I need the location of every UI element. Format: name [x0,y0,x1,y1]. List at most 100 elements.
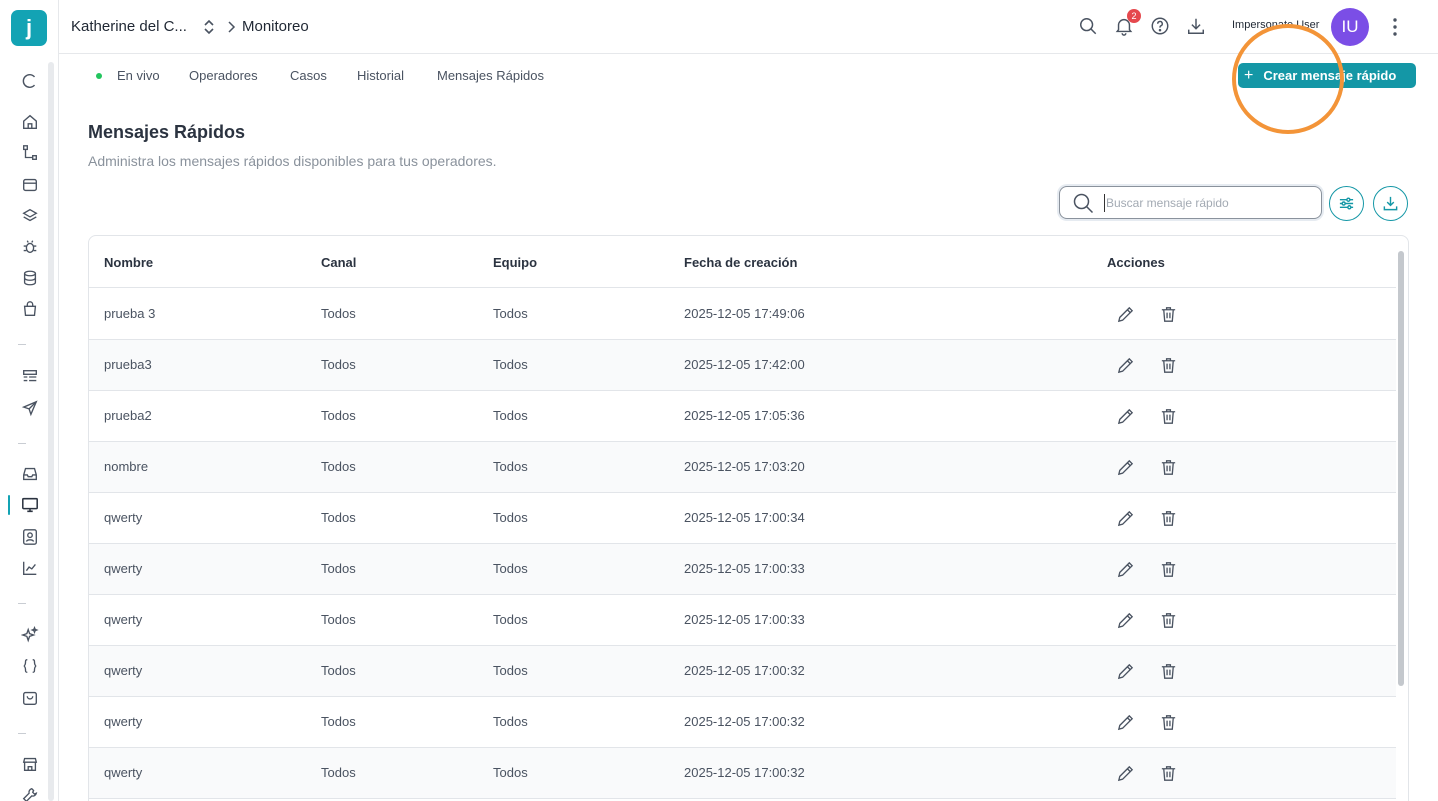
cell-fecha: 2025-12-05 17:00:34 [684,510,805,525]
table-row[interactable]: qwerty Todos Todos 2025-12-05 17:00:32 [89,646,1396,697]
column-header-equipo[interactable]: Equipo [493,255,537,270]
create-button-label: Crear mensaje rápido [1263,68,1397,83]
table-row[interactable]: nombre Todos Todos 2025-12-05 17:03:20 [89,442,1396,493]
sliders-icon [1339,197,1354,210]
flow-icon[interactable] [19,142,41,164]
trash-icon[interactable] [1157,660,1179,682]
trash-icon[interactable] [1157,762,1179,784]
table-row[interactable]: qwerty Todos Todos 2025-12-05 17:00:33 [89,544,1396,595]
more-vertical-icon[interactable] [1385,16,1405,38]
table-row[interactable]: qwerty Todos Todos 2025-12-05 17:00:32 [89,748,1396,799]
tab-operadores[interactable]: Operadores [189,68,258,83]
trash-icon[interactable] [1157,609,1179,631]
cell-canal: Todos [321,408,356,423]
edit-icon[interactable] [1114,609,1136,631]
sidebar: j [0,0,59,801]
cell-equipo: Todos [493,714,528,729]
edit-icon[interactable] [1114,405,1136,427]
cart-icon[interactable] [19,687,41,709]
table-row[interactable]: prueba2 Todos Todos 2025-12-05 17:05:36 [89,391,1396,442]
tab-casos[interactable]: Casos [290,68,327,83]
store-icon[interactable] [19,753,41,775]
tab-en-vivo[interactable]: En vivo [117,68,160,83]
trash-icon[interactable] [1157,711,1179,733]
home-icon[interactable] [19,111,41,133]
search-box[interactable] [1059,186,1322,219]
trash-icon[interactable] [1157,303,1179,325]
cell-nombre: qwerty [104,663,143,678]
cell-fecha: 2025-12-05 17:00:33 [684,612,805,627]
trash-icon[interactable] [1157,507,1179,529]
cell-fecha: 2025-12-05 17:05:36 [684,408,805,423]
table-row[interactable]: qwerty Todos Todos 2025-12-05 17:00:32 [89,697,1396,748]
sidebar-divider [18,344,26,345]
cell-equipo: Todos [493,510,528,525]
sparkles-icon[interactable] [19,624,41,646]
column-header-canal[interactable]: Canal [321,255,356,270]
cell-nombre: qwerty [104,612,143,627]
cell-equipo: Todos [493,408,528,423]
trash-icon[interactable] [1157,405,1179,427]
help-icon[interactable] [1149,15,1171,37]
database-icon[interactable] [19,267,41,289]
table-row[interactable]: qwerty Todos Todos 2025-12-05 17:00:33 [89,595,1396,646]
column-header-fecha[interactable]: Fecha de creación [684,255,797,270]
shopping-bag-icon[interactable] [19,298,41,320]
cell-canal: Todos [321,561,356,576]
tab-historial[interactable]: Historial [357,68,404,83]
edit-icon[interactable] [1114,762,1136,784]
cell-equipo: Todos [493,561,528,576]
bug-icon[interactable] [19,236,41,258]
table-row[interactable]: qwerty Todos Todos 2025-12-05 17:00:34 [89,493,1396,544]
edit-icon[interactable] [1114,354,1136,376]
edit-icon[interactable] [1114,660,1136,682]
edit-icon[interactable] [1114,456,1136,478]
table-row[interactable]: prueba3 Todos Todos 2025-12-05 17:42:00 [89,340,1396,391]
table-row[interactable]: prueba 3 Todos Todos 2025-12-05 17:49:06 [89,289,1396,340]
inbox-tray-icon[interactable] [19,174,41,196]
avatar[interactable]: IU [1331,8,1369,46]
create-quick-message-button[interactable]: + Crear mensaje rápido [1238,63,1416,88]
edit-icon[interactable] [1114,711,1136,733]
cell-fecha: 2025-12-05 17:42:00 [684,357,805,372]
cell-nombre: qwerty [104,561,143,576]
edit-icon[interactable] [1114,507,1136,529]
cell-equipo: Todos [493,306,528,321]
list-icon[interactable] [19,366,41,388]
tab-mensajes-rapidos[interactable]: Mensajes Rápidos [437,68,544,83]
chart-line-icon[interactable] [19,557,41,579]
cell-equipo: Todos [493,663,528,678]
cell-nombre: prueba2 [104,408,152,423]
refresh-icon[interactable] [19,70,41,92]
column-header-nombre[interactable]: Nombre [104,255,153,270]
sidebar-scrollbar[interactable] [48,62,54,801]
chevron-up-down-icon[interactable] [201,17,217,37]
trash-icon[interactable] [1157,558,1179,580]
send-icon[interactable] [19,397,41,419]
cell-canal: Todos [321,459,356,474]
table-scrollbar[interactable] [1398,251,1404,686]
edit-icon[interactable] [1114,303,1136,325]
trash-icon[interactable] [1157,354,1179,376]
edit-icon[interactable] [1114,558,1136,580]
sidebar-active-indicator [8,495,10,515]
page-title: Mensajes Rápidos [88,122,246,142]
cell-canal: Todos [321,714,356,729]
inbox-icon[interactable] [19,463,41,485]
cell-equipo: Todos [493,765,528,780]
export-button[interactable] [1373,186,1408,221]
monitor-icon[interactable] [19,494,41,516]
code-braces-icon[interactable] [19,655,41,677]
app-logo[interactable]: j [11,10,47,46]
search-icon [1073,193,1094,214]
search-input[interactable] [1104,194,1309,212]
filter-button[interactable] [1329,186,1364,221]
layers-icon[interactable] [19,205,41,227]
trash-icon[interactable] [1157,456,1179,478]
contact-icon[interactable] [19,526,41,548]
cell-nombre: qwerty [104,510,143,525]
tool-icon[interactable] [19,784,41,801]
download-icon[interactable] [1185,15,1207,37]
search-icon[interactable] [1077,15,1099,37]
org-name[interactable]: Katherine del C... [71,18,187,35]
